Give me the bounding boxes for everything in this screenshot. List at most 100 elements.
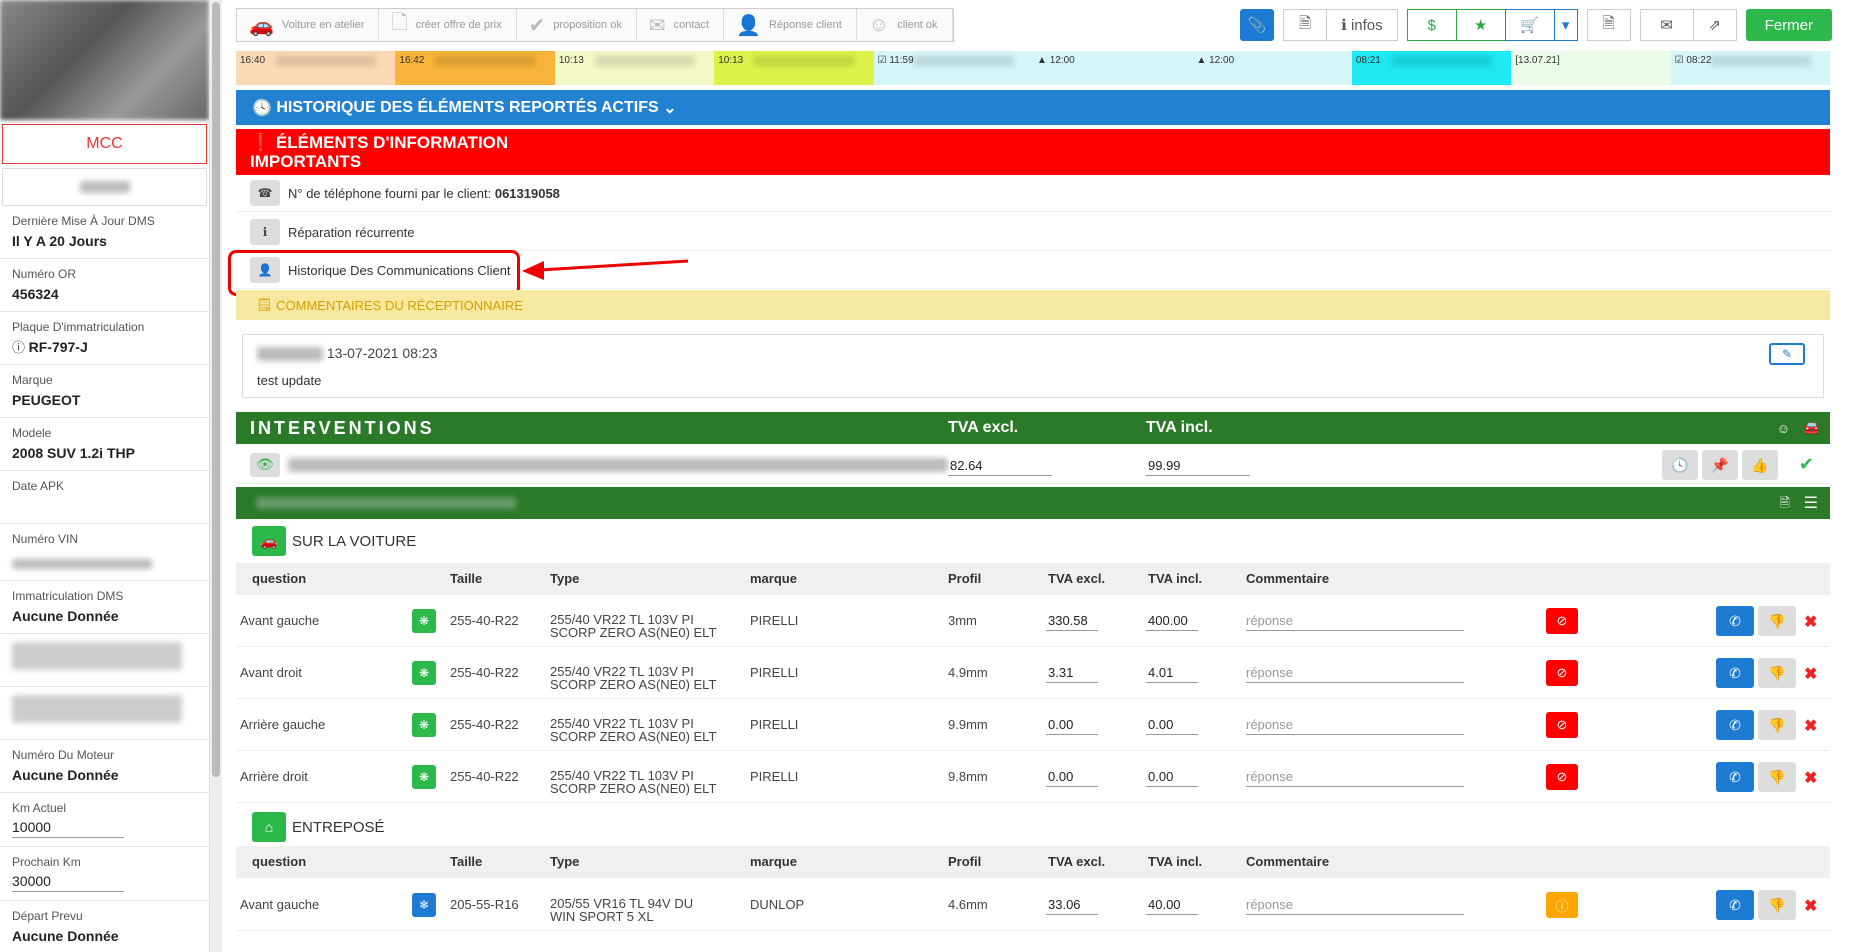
price-excl-input[interactable]: 330.58: [1046, 613, 1098, 631]
receptionist-comments-header: 🗒 COMMENTAIRES DU RÉCEPTIONNAIRE: [236, 290, 1830, 320]
timeline-segment[interactable]: ▲ 12:00: [1033, 51, 1193, 85]
timeline-segment[interactable]: [13.07.21]: [1511, 51, 1671, 85]
reply-input[interactable]: réponse: [1246, 769, 1464, 787]
history-section-header[interactable]: 🕓 HISTORIQUE DES ÉLÉMENTS REPORTÉS ACTIF…: [236, 90, 1830, 125]
favorite-button[interactable]: ★: [1455, 9, 1506, 41]
reply-input[interactable]: réponse: [1246, 665, 1464, 683]
price-excl-input[interactable]: 33.06: [1046, 897, 1098, 915]
thumbs-down-button[interactable]: 👎: [1758, 890, 1796, 920]
reject-status-button[interactable]: ⊘: [1546, 660, 1578, 686]
cart-dropdown-button[interactable]: ▾: [1553, 9, 1578, 41]
caret-down-icon: ▾: [1561, 17, 1570, 34]
timeline-segment[interactable]: 16:40: [236, 51, 396, 85]
important-info-header: ❗ ÉLÉMENTS D'INFORMATION IMPORTANTS: [236, 129, 1830, 175]
spray-icon[interactable]: ❋: [412, 765, 436, 789]
action-toolbar: 📎 🗎 ℹ infos $ ★ 🛒 ▾ 🗎 ✉ ⇗ Fermer: [1240, 9, 1832, 41]
step-client-response[interactable]: 👤 Réponse client: [724, 9, 857, 41]
step-car-in-workshop[interactable]: 🚗 Voiture en atelier: [237, 9, 380, 41]
document-button[interactable]: 🗎: [1283, 9, 1328, 41]
spray-icon[interactable]: ❋: [412, 661, 436, 685]
delete-icon[interactable]: ✖: [1804, 716, 1817, 736]
clock-icon[interactable]: 🕓: [1662, 450, 1698, 480]
timeline-segment[interactable]: 10:13: [554, 51, 715, 85]
price-excl-input[interactable]: 0.00: [1046, 769, 1098, 787]
reply-input[interactable]: réponse: [1246, 717, 1464, 735]
call-button[interactable]: ✆: [1716, 658, 1754, 688]
external-link-button[interactable]: ⇗: [1692, 9, 1737, 41]
price-incl-input[interactable]: 0.00: [1146, 769, 1198, 787]
timeline-segment[interactable]: 08:21: [1351, 51, 1512, 85]
price-incl-input[interactable]: 0.00: [1146, 717, 1198, 735]
timeline-segment[interactable]: 16:42: [395, 51, 555, 85]
mcc-badge[interactable]: MCC: [2, 124, 207, 164]
thumbs-up-icon[interactable]: 👍: [1742, 450, 1778, 480]
sidebar-scrollbar[interactable]: [210, 0, 222, 952]
reject-status-button[interactable]: ⊘: [1546, 608, 1578, 634]
pdf-button[interactable]: 🗎: [1586, 9, 1631, 41]
price-excl-input[interactable]: 3.31: [1046, 665, 1098, 683]
step-proposal-ok[interactable]: ✔ proposition ok: [517, 9, 637, 41]
timeline-segment[interactable]: ☑ 11:59: [873, 51, 1034, 85]
timeline-segment[interactable]: ▲ 12:00: [1192, 51, 1352, 85]
edit-comment-button[interactable]: ✎: [1769, 343, 1805, 365]
car-table-header: question Taille Type marque Profil TVA excl. T…: [236, 563, 1830, 595]
send-document-button[interactable]: ✉: [1639, 9, 1694, 41]
delete-icon[interactable]: ✖: [1804, 896, 1817, 916]
timeline-segment[interactable]: ☑ 08:22: [1670, 51, 1831, 85]
spray-icon[interactable]: ❋: [412, 713, 436, 737]
close-button[interactable]: Fermer: [1745, 9, 1832, 41]
call-button[interactable]: ✆: [1716, 606, 1754, 636]
call-button[interactable]: ✆: [1716, 890, 1754, 920]
delete-icon[interactable]: ✖: [1804, 768, 1817, 788]
delete-icon[interactable]: ✖: [1804, 612, 1817, 632]
chevron-down-icon: ⌄: [658, 99, 677, 117]
infos-button[interactable]: ℹ infos: [1326, 9, 1398, 41]
field-input[interactable]: 10000: [12, 819, 124, 838]
timeline-segment[interactable]: 10:13: [714, 51, 874, 85]
thumbs-down-button[interactable]: 👎: [1758, 710, 1796, 740]
spray-icon[interactable]: ❋: [412, 609, 436, 633]
timeline-time: ☑ 11:59: [877, 55, 914, 66]
reply-input[interactable]: réponse: [1246, 897, 1464, 915]
price-excl-input[interactable]: 0.00: [1046, 717, 1098, 735]
sidebar-field: Plaque D'immatriculation ⓘ RF-797-J: [0, 312, 209, 365]
smiley-icon: ☺: [1776, 420, 1790, 436]
call-button[interactable]: ✆: [1716, 710, 1754, 740]
warning-status-button[interactable]: ⓘ: [1546, 892, 1578, 918]
reject-status-button[interactable]: ⊘: [1546, 712, 1578, 738]
thumbs-down-button[interactable]: 👎: [1758, 762, 1796, 792]
reject-status-button[interactable]: ⊘: [1546, 764, 1578, 790]
phone-icon: ☎: [250, 180, 280, 206]
price-button[interactable]: $: [1406, 9, 1457, 41]
reply-input[interactable]: réponse: [1246, 613, 1464, 631]
column-header: question: [252, 854, 307, 869]
step-create-quote[interactable]: 🗋 créer offre de prix: [379, 9, 517, 41]
eye-icon[interactable]: 👁: [250, 452, 280, 477]
call-button[interactable]: ✆: [1716, 762, 1754, 792]
snowflake-icon[interactable]: ❄: [412, 893, 436, 917]
field-input[interactable]: 30000: [12, 873, 124, 892]
column-header: Commentaire: [1246, 571, 1330, 586]
menu-icon[interactable]: ☰: [1804, 493, 1818, 513]
star-icon: ★: [1473, 17, 1488, 34]
thumbs-down-button[interactable]: 👎: [1758, 658, 1796, 688]
row-size: 205-55-R16: [450, 897, 519, 912]
step-contact[interactable]: ✉ contact: [637, 9, 725, 41]
price-incl-input[interactable]: 40.00: [1146, 897, 1198, 915]
vehicle-sidebar: MCC Dernière Mise À Jour DMS Il Y A 20 Jo…: [0, 0, 210, 952]
field-value: Aucune Donnée: [12, 767, 119, 783]
intervention-row: 👁 82.64 99.99 🕓 📌 👍 ✔: [236, 446, 1830, 484]
delete-icon[interactable]: ✖: [1804, 664, 1817, 684]
price-incl-input[interactable]: 4.01: [1146, 665, 1198, 683]
pin-icon[interactable]: 📌: [1702, 450, 1738, 480]
sidebar-field: Prochain Km 30000: [0, 847, 209, 901]
attachment-button[interactable]: 📎: [1240, 9, 1275, 41]
price-incl-input[interactable]: 400.00: [1146, 613, 1198, 631]
thumbs-down-button[interactable]: 👎: [1758, 606, 1796, 636]
recurrent-repair-row: ℹ Réparation récurrente: [236, 214, 1830, 251]
cart-button[interactable]: 🛒: [1504, 9, 1555, 41]
step-client-ok[interactable]: ☺ client ok: [857, 9, 953, 41]
pdf-icon[interactable]: 🗎: [1780, 494, 1790, 516]
column-header: TVA excl.: [1048, 571, 1106, 586]
column-header: Commentaire: [1246, 854, 1330, 869]
